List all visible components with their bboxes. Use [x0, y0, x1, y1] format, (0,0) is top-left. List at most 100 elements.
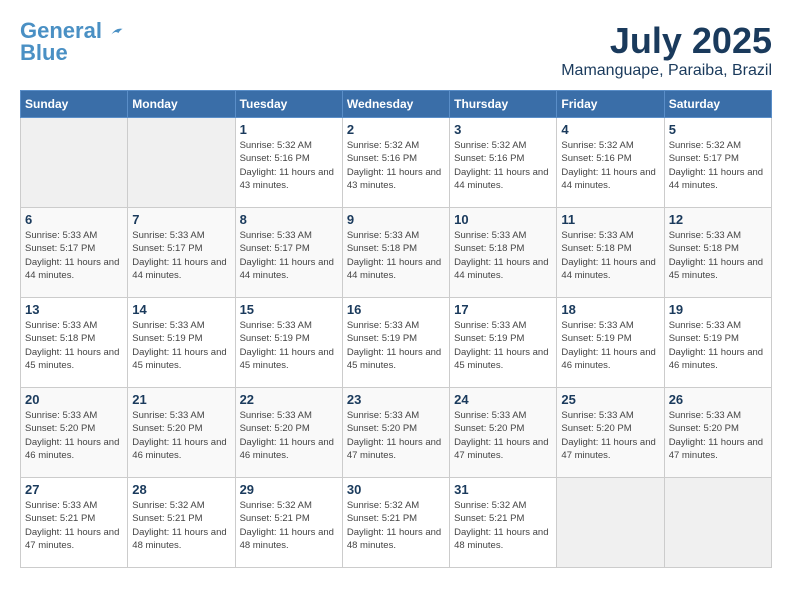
calendar-cell: 22 Sunrise: 5:33 AM Sunset: 5:20 PM Dayli…: [235, 388, 342, 478]
calendar-body: 1Sunrise: 5:32 AM Sunset: 5:16 PM Daylig…: [21, 118, 772, 568]
day-info: Sunrise: 5:33 AM Sunset: 5:19 PM Dayligh…: [240, 319, 338, 372]
day-info: Sunrise: 5:33 AM Sunset: 5:20 PM Dayligh…: [454, 409, 552, 462]
day-number: 9: [347, 212, 445, 227]
calendar-cell: 16 Sunrise: 5:33 AM Sunset: 5:19 PM Dayli…: [342, 298, 449, 388]
day-number: 19: [669, 302, 767, 317]
day-header-friday: Friday: [557, 91, 664, 118]
calendar-cell: 20 Sunrise: 5:33 AM Sunset: 5:20 PM Dayli…: [21, 388, 128, 478]
calendar-cell: 31Sunrise: 5:32 AM Sunset: 5:21 PM Dayli…: [450, 478, 557, 568]
day-info: Sunrise: 5:33 AM Sunset: 5:19 PM Dayligh…: [561, 319, 659, 372]
day-number: 16: [347, 302, 445, 317]
day-number: 6: [25, 212, 123, 227]
day-info: Sunrise: 5:33 AM Sunset: 5:20 PM Dayligh…: [240, 409, 338, 462]
day-number: 15: [240, 302, 338, 317]
calendar-cell: 10Sunrise: 5:33 AM Sunset: 5:18 PM Dayli…: [450, 208, 557, 298]
day-info: Sunrise: 5:32 AM Sunset: 5:21 PM Dayligh…: [347, 499, 445, 552]
day-number: 20: [25, 392, 123, 407]
day-info: Sunrise: 5:33 AM Sunset: 5:20 PM Dayligh…: [561, 409, 659, 462]
day-info: Sunrise: 5:33 AM Sunset: 5:20 PM Dayligh…: [132, 409, 230, 462]
calendar-cell: 8 Sunrise: 5:33 AM Sunset: 5:17 PM Daylig…: [235, 208, 342, 298]
logo: General Blue: [20, 20, 124, 64]
day-info: Sunrise: 5:33 AM Sunset: 5:18 PM Dayligh…: [25, 319, 123, 372]
day-header-monday: Monday: [128, 91, 235, 118]
day-info: Sunrise: 5:32 AM Sunset: 5:16 PM Dayligh…: [561, 139, 659, 192]
day-number: 14: [132, 302, 230, 317]
day-info: Sunrise: 5:33 AM Sunset: 5:19 PM Dayligh…: [347, 319, 445, 372]
day-number: 31: [454, 482, 552, 497]
logo-blue: Blue: [20, 42, 124, 64]
calendar-cell: 26Sunrise: 5:33 AM Sunset: 5:20 PM Dayli…: [664, 388, 771, 478]
calendar-cell: 21 Sunrise: 5:33 AM Sunset: 5:20 PM Dayli…: [128, 388, 235, 478]
day-number: 8: [240, 212, 338, 227]
calendar-cell: 7 Sunrise: 5:33 AM Sunset: 5:17 PM Daylig…: [128, 208, 235, 298]
day-info: Sunrise: 5:33 AM Sunset: 5:19 PM Dayligh…: [132, 319, 230, 372]
calendar-cell: 29 Sunrise: 5:32 AM Sunset: 5:21 PM Dayli…: [235, 478, 342, 568]
calendar-cell: 3Sunrise: 5:32 AM Sunset: 5:16 PM Daylig…: [450, 118, 557, 208]
day-info: Sunrise: 5:32 AM Sunset: 5:17 PM Dayligh…: [669, 139, 767, 192]
calendar-cell: 12Sunrise: 5:33 AM Sunset: 5:18 PM Dayli…: [664, 208, 771, 298]
day-number: 30: [347, 482, 445, 497]
day-header-wednesday: Wednesday: [342, 91, 449, 118]
calendar-cell: 5Sunrise: 5:32 AM Sunset: 5:17 PM Daylig…: [664, 118, 771, 208]
day-number: 4: [561, 122, 659, 137]
day-header-sunday: Sunday: [21, 91, 128, 118]
calendar-cell: 27 Sunrise: 5:33 AM Sunset: 5:21 PM Dayli…: [21, 478, 128, 568]
calendar-cell: 6 Sunrise: 5:33 AM Sunset: 5:17 PM Daylig…: [21, 208, 128, 298]
day-number: 2: [347, 122, 445, 137]
day-info: Sunrise: 5:32 AM Sunset: 5:21 PM Dayligh…: [132, 499, 230, 552]
day-number: 25: [561, 392, 659, 407]
calendar-week-row: 27 Sunrise: 5:33 AM Sunset: 5:21 PM Dayli…: [21, 478, 772, 568]
day-info: Sunrise: 5:32 AM Sunset: 5:16 PM Dayligh…: [347, 139, 445, 192]
page-header: General Blue July 2025 Mamanguape, Parai…: [20, 20, 772, 80]
day-number: 13: [25, 302, 123, 317]
calendar-cell: 2 Sunrise: 5:32 AM Sunset: 5:16 PM Daylig…: [342, 118, 449, 208]
day-number: 27: [25, 482, 123, 497]
day-number: 10: [454, 212, 552, 227]
calendar-cell: 14 Sunrise: 5:33 AM Sunset: 5:19 PM Dayli…: [128, 298, 235, 388]
day-info: Sunrise: 5:33 AM Sunset: 5:18 PM Dayligh…: [669, 229, 767, 282]
calendar-cell: [664, 478, 771, 568]
day-info: Sunrise: 5:32 AM Sunset: 5:21 PM Dayligh…: [240, 499, 338, 552]
day-info: Sunrise: 5:33 AM Sunset: 5:21 PM Dayligh…: [25, 499, 123, 552]
day-info: Sunrise: 5:33 AM Sunset: 5:20 PM Dayligh…: [25, 409, 123, 462]
month-title: July 2025: [561, 20, 772, 62]
calendar-cell: [557, 478, 664, 568]
day-info: Sunrise: 5:33 AM Sunset: 5:17 PM Dayligh…: [25, 229, 123, 282]
day-info: Sunrise: 5:33 AM Sunset: 5:18 PM Dayligh…: [347, 229, 445, 282]
calendar-header-row: SundayMondayTuesdayWednesdayThursdayFrid…: [21, 91, 772, 118]
day-number: 18: [561, 302, 659, 317]
day-header-thursday: Thursday: [450, 91, 557, 118]
day-number: 7: [132, 212, 230, 227]
day-number: 21: [132, 392, 230, 407]
calendar-table: SundayMondayTuesdayWednesdayThursdayFrid…: [20, 90, 772, 568]
day-info: Sunrise: 5:33 AM Sunset: 5:17 PM Dayligh…: [240, 229, 338, 282]
logo-bird-icon: [110, 24, 124, 38]
calendar-cell: 19 Sunrise: 5:33 AM Sunset: 5:19 PM Dayli…: [664, 298, 771, 388]
calendar-cell: 24 Sunrise: 5:33 AM Sunset: 5:20 PM Dayli…: [450, 388, 557, 478]
logo-text: General: [20, 20, 124, 42]
day-number: 24: [454, 392, 552, 407]
day-info: Sunrise: 5:33 AM Sunset: 5:19 PM Dayligh…: [669, 319, 767, 372]
day-info: Sunrise: 5:33 AM Sunset: 5:19 PM Dayligh…: [454, 319, 552, 372]
day-number: 22: [240, 392, 338, 407]
calendar-week-row: 1Sunrise: 5:32 AM Sunset: 5:16 PM Daylig…: [21, 118, 772, 208]
calendar-cell: [128, 118, 235, 208]
title-block: July 2025 Mamanguape, Paraiba, Brazil: [561, 20, 772, 80]
day-header-tuesday: Tuesday: [235, 91, 342, 118]
day-info: Sunrise: 5:33 AM Sunset: 5:17 PM Dayligh…: [132, 229, 230, 282]
day-number: 3: [454, 122, 552, 137]
day-header-saturday: Saturday: [664, 91, 771, 118]
day-number: 29: [240, 482, 338, 497]
calendar-cell: [21, 118, 128, 208]
calendar-cell: 30 Sunrise: 5:32 AM Sunset: 5:21 PM Dayli…: [342, 478, 449, 568]
calendar-cell: 15 Sunrise: 5:33 AM Sunset: 5:19 PM Dayli…: [235, 298, 342, 388]
day-number: 11: [561, 212, 659, 227]
calendar-cell: 13 Sunrise: 5:33 AM Sunset: 5:18 PM Dayli…: [21, 298, 128, 388]
calendar-week-row: 20 Sunrise: 5:33 AM Sunset: 5:20 PM Dayli…: [21, 388, 772, 478]
calendar-cell: 1Sunrise: 5:32 AM Sunset: 5:16 PM Daylig…: [235, 118, 342, 208]
day-number: 17: [454, 302, 552, 317]
day-number: 28: [132, 482, 230, 497]
calendar-cell: 4 Sunrise: 5:32 AM Sunset: 5:16 PM Daylig…: [557, 118, 664, 208]
calendar-cell: 17 Sunrise: 5:33 AM Sunset: 5:19 PM Dayli…: [450, 298, 557, 388]
day-number: 26: [669, 392, 767, 407]
